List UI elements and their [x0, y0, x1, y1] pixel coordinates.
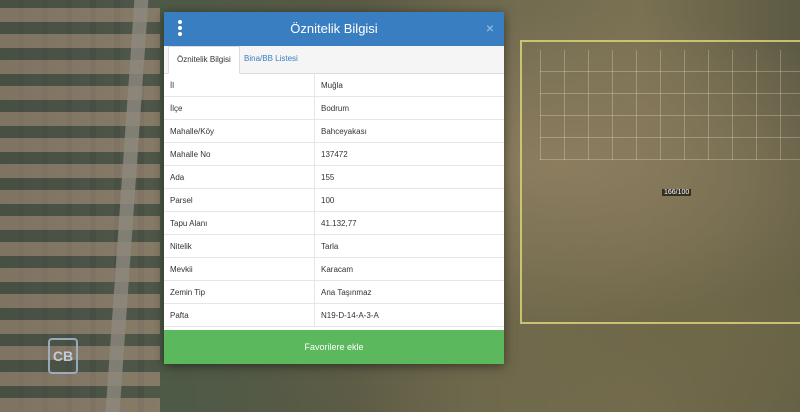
row-key: Mahalle No — [164, 142, 315, 166]
agency-logo: CB — [48, 338, 78, 374]
row-value: Tarla — [314, 234, 504, 258]
row-key: Mahalle/Köy — [164, 119, 315, 143]
row-value: 137472 — [314, 142, 504, 166]
row-value: N19-D-14-A-3-A — [314, 303, 504, 327]
row-value: Ana Taşınmaz — [314, 280, 504, 304]
table-row: Ada 155 — [164, 165, 504, 189]
row-key: Mevkii — [164, 257, 315, 281]
row-key: Zemin Tip — [164, 280, 315, 304]
parcel-label: 166/100 — [662, 189, 692, 196]
table-row: Zemin Tip Ana Taşınmaz — [164, 280, 504, 304]
row-value: 100 — [314, 188, 504, 212]
attribute-table: İl Muğla İlçe Bodrum Mahalle/Köy Bahceyakas… — [164, 74, 504, 327]
row-key: Parsel — [164, 188, 315, 212]
table-row: Mahalle/Köy Bahceyakası — [164, 119, 504, 143]
close-icon[interactable]: × — [486, 20, 494, 36]
table-row: Tapu Alanı 41.132,77 — [164, 211, 504, 235]
table-row: İlçe Bodrum — [164, 96, 504, 120]
table-row: Parsel 100 — [164, 188, 504, 212]
row-value: Bahceyakası — [314, 119, 504, 143]
tab-bar: Öznitelik Bilgisi Bina/BB Listesi — [164, 46, 504, 74]
row-key: Pafta — [164, 303, 315, 327]
row-value: Karacam — [314, 257, 504, 281]
row-value: Muğla — [314, 74, 504, 97]
add-to-favorites-button[interactable]: Favorilere ekle — [164, 330, 504, 364]
table-row: İl Muğla — [164, 74, 504, 97]
attribute-info-dialog: Öznitelik Bilgisi × Öznitelik Bilgisi Bi… — [164, 12, 504, 364]
row-value: 155 — [314, 165, 504, 189]
row-value: Bodrum — [314, 96, 504, 120]
row-key: Tapu Alanı — [164, 211, 315, 235]
dialog-title: Öznitelik Bilgisi — [290, 21, 378, 36]
row-key: İlçe — [164, 96, 315, 120]
table-row: Pafta N19-D-14-A-3-A — [164, 303, 504, 327]
row-key: İl — [164, 74, 315, 97]
row-value: 41.132,77 — [314, 211, 504, 235]
tab-building-list[interactable]: Bina/BB Listesi — [236, 46, 306, 72]
table-row: Mahalle No 137472 — [164, 142, 504, 166]
table-row: Nitelik Tarla — [164, 234, 504, 258]
row-key: Ada — [164, 165, 315, 189]
tab-attribute-info[interactable]: Öznitelik Bilgisi — [168, 46, 240, 74]
row-key: Nitelik — [164, 234, 315, 258]
field-grid — [540, 50, 800, 160]
dialog-header: Öznitelik Bilgisi × — [164, 12, 504, 46]
table-row: Mevkii Karacam — [164, 257, 504, 281]
